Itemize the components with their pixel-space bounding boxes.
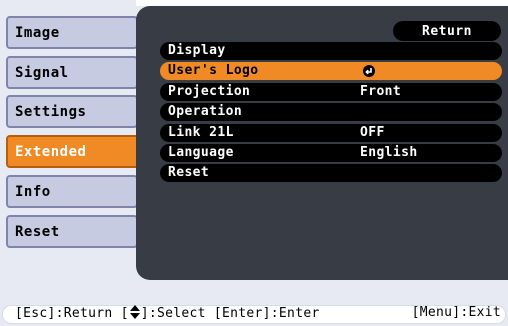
menu-item-display[interactable]: Display (160, 42, 502, 60)
tab-signal[interactable]: Signal (6, 56, 138, 89)
return-label: Return (422, 23, 472, 39)
esc-hint: [Esc]:Return [ (15, 306, 129, 321)
menu-item-label: Reset (168, 165, 210, 180)
menu-exit-hint: [Menu]:Exit (411, 305, 501, 320)
tab-extended[interactable]: Extended (6, 135, 144, 168)
projector-menu-screen: Image Signal Settings Extended Info Rese… (0, 0, 508, 326)
return-button[interactable]: Return (393, 21, 501, 41)
menu-item-link-21l[interactable]: Link 21L OFF (160, 124, 502, 142)
tab-label: Signal (15, 64, 69, 81)
up-down-arrows-icon (129, 305, 141, 319)
menu-item-language[interactable]: Language English (160, 144, 502, 162)
tab-info[interactable]: Info (6, 175, 138, 208)
tab-settings[interactable]: Settings (6, 95, 138, 128)
menu-item-projection[interactable]: Projection Front (160, 83, 502, 101)
tab-label: Extended (15, 143, 87, 160)
menu-item-operation[interactable]: Operation (160, 103, 502, 121)
menu-item-label: Operation (168, 104, 243, 119)
tab-label: Image (15, 24, 60, 41)
menu-item-label: Projection (168, 84, 251, 99)
menu-item-label: Display (168, 43, 226, 58)
tab-label: Reset (15, 223, 60, 240)
menu-item-label: Link 21L (168, 125, 234, 140)
tab-label: Info (15, 183, 51, 200)
menu-item-users-logo[interactable]: User's Logo (160, 62, 502, 80)
menu-item-value: English (360, 145, 418, 160)
tab-image[interactable]: Image (6, 16, 138, 49)
menu-item-value: Front (360, 84, 402, 99)
select-enter-hint: ]:Select [Enter]:Enter (140, 306, 320, 321)
help-text-left: [Esc]:Return [ ]:Select [Enter]:Enter (15, 305, 320, 321)
menu-item-label: Language (168, 145, 234, 160)
menu-item-label: User's Logo (168, 63, 259, 78)
tab-label: Settings (15, 103, 87, 120)
menu-item-reset[interactable]: Reset (160, 164, 502, 182)
tab-reset[interactable]: Reset (6, 215, 138, 248)
enter-icon (363, 65, 375, 77)
menu-item-value: OFF (360, 125, 385, 140)
